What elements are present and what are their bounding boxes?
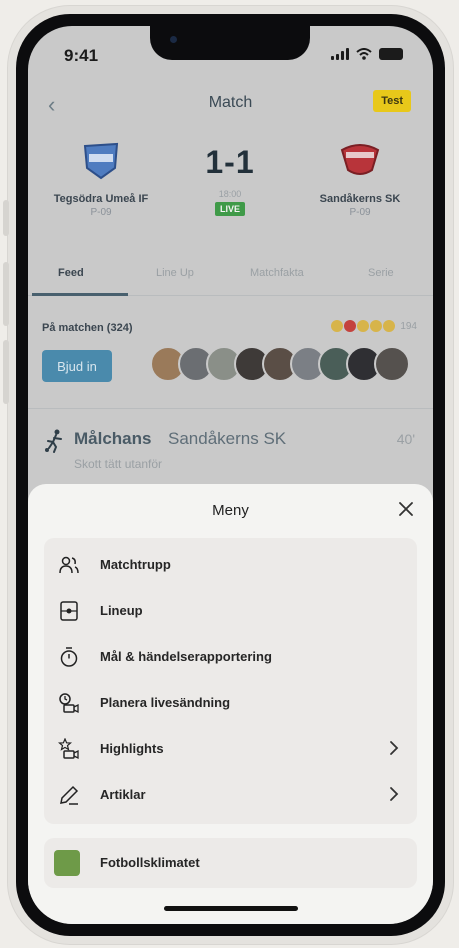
- nav-bar: ‹ Match Test: [28, 84, 433, 124]
- stage: 9:41 ‹ Match Test Tegsödra Umeå IF P-09 …: [0, 0, 459, 948]
- home-team[interactable]: Tegsödra Umeå IF P-09: [36, 134, 166, 218]
- reaction-count: 194: [400, 320, 417, 332]
- clap-emoji-icon: [331, 320, 344, 332]
- feed-event[interactable]: Målchans Sandåkerns SK 40' Skott tätt ut…: [28, 408, 433, 488]
- wow-emoji-icon: [383, 320, 396, 332]
- score: 1-1: [205, 144, 255, 180]
- home-indicator[interactable]: [164, 906, 298, 911]
- menu-title: Meny: [212, 502, 249, 519]
- tab-line-up[interactable]: Line Up: [156, 267, 194, 279]
- avatar: [374, 346, 410, 382]
- menu-item-highlights[interactable]: Highlights: [44, 726, 417, 772]
- fotbollsklimatet-item[interactable]: Fotbollsklimatet: [44, 838, 417, 888]
- menu-item-label: Artiklar: [100, 787, 146, 802]
- menu-sheet: Meny Matchtrupp Lineup Mål & händelserap…: [28, 484, 433, 924]
- menu-item-lineup[interactable]: Lineup: [44, 588, 417, 634]
- invite-button[interactable]: Bjud in: [42, 350, 112, 382]
- battery-icon: [379, 48, 403, 60]
- lineup-icon: [60, 601, 78, 621]
- menu-item-label: Mål & händelserapportering: [100, 649, 272, 664]
- smile-emoji-icon: [357, 320, 370, 332]
- signal-icon: [331, 48, 349, 60]
- event-minute: 40': [396, 431, 415, 447]
- notch: [150, 26, 310, 60]
- menu-item-label: Lineup: [100, 603, 143, 618]
- phone-side-button: [3, 262, 9, 326]
- menu-item-matchtrupp[interactable]: Matchtrupp: [44, 542, 417, 588]
- stopwatch-icon: [60, 647, 78, 667]
- menu-item-label: Matchtrupp: [100, 557, 171, 572]
- people-icon: [59, 556, 79, 574]
- match-header: Tegsödra Umeå IF P-09 1-1 18:00 LIVE San…: [28, 134, 433, 254]
- fotbollsklimatet-label: Fotbollsklimatet: [100, 855, 200, 870]
- phone-side-button: [3, 340, 9, 404]
- menu-item-label: Planera livesändning: [100, 695, 231, 710]
- wifi-icon: [356, 48, 372, 60]
- tab-serie[interactable]: Serie: [368, 267, 394, 279]
- attendee-avatars[interactable]: [150, 346, 410, 382]
- star-video-icon: [58, 738, 79, 760]
- status-icons: [331, 48, 403, 60]
- home-team-name: Tegsödra Umeå IF: [53, 193, 149, 205]
- tab-feed[interactable]: Feed: [58, 267, 84, 279]
- laugh-emoji-icon: [370, 320, 383, 332]
- away-team-logo-icon: [340, 144, 380, 175]
- away-team-class: P-09: [349, 207, 371, 218]
- menu-item-planera-livesandning[interactable]: Planera livesändning: [44, 680, 417, 726]
- pen-icon: [60, 785, 79, 805]
- chevron-right-icon: [390, 741, 399, 755]
- event-type: Målchans: [74, 429, 152, 448]
- attendance-label: På matchen (324): [42, 322, 133, 334]
- heart-emoji-icon: [344, 320, 357, 332]
- home-team-logo-icon: [83, 142, 119, 180]
- event-team: Sandåkerns SK: [168, 429, 287, 448]
- menu-item-mal-handelserapportering[interactable]: Mål & händelserapportering: [44, 634, 417, 680]
- match-tabs: Feed Line Up Matchfakta Serie: [28, 254, 433, 296]
- away-team-name: Sandåkerns SK: [319, 193, 401, 205]
- phone-screen: 9:41 ‹ Match Test Tegsödra Umeå IF P-09 …: [28, 26, 433, 924]
- schedule-video-icon: [59, 693, 79, 714]
- status-time: 9:41: [64, 46, 99, 65]
- away-team[interactable]: Sandåkerns SK P-09: [295, 134, 425, 218]
- phone-side-button: [3, 200, 9, 236]
- reactions[interactable]: 194: [331, 320, 417, 332]
- home-team-class: P-09: [90, 207, 112, 218]
- active-tab-indicator: [32, 293, 128, 296]
- menu-list: Matchtrupp Lineup Mål & händelserapporte…: [44, 538, 417, 824]
- event-description: Skott tätt utanför: [74, 457, 163, 471]
- score-block: 1-1 18:00 LIVE: [180, 144, 280, 217]
- chevron-right-icon: [390, 787, 399, 801]
- attendance-section: På matchen (324) 194 Bjud in: [28, 308, 433, 398]
- test-badge: Test: [373, 90, 411, 112]
- tab-matchfakta[interactable]: Matchfakta: [250, 267, 304, 279]
- menu-item-artiklar[interactable]: Artiklar: [44, 772, 417, 818]
- kicking-player-icon: [45, 429, 62, 453]
- close-icon[interactable]: [395, 498, 417, 520]
- camera: [170, 36, 177, 43]
- fotbollsklimatet-logo-icon: [54, 850, 80, 876]
- live-badge: LIVE: [214, 202, 245, 216]
- kickoff-time: 18:00: [218, 189, 242, 199]
- menu-item-label: Highlights: [100, 741, 164, 756]
